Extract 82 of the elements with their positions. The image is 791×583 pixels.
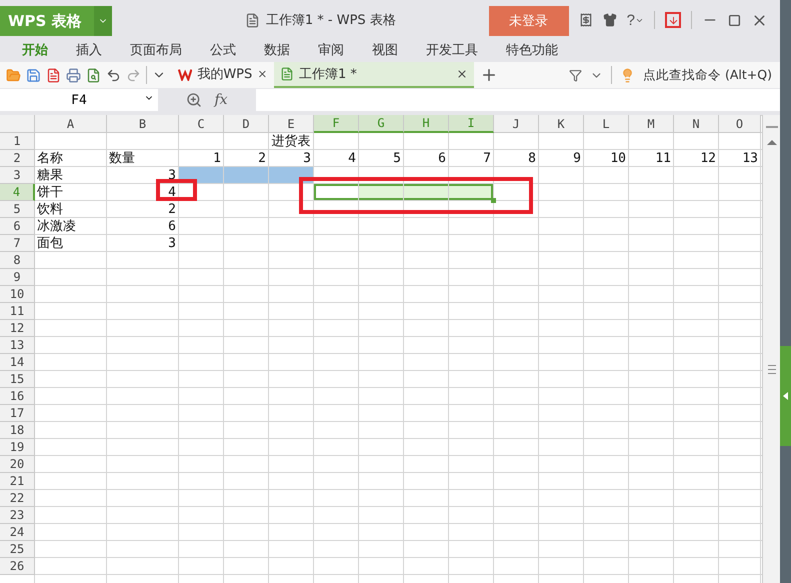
filter-icon[interactable] — [569, 68, 582, 82]
column-header[interactable]: A — [35, 115, 107, 133]
sheet-icon — [280, 67, 294, 81]
menu-tab[interactable]: 公式 — [210, 40, 236, 58]
column-header[interactable]: J — [494, 115, 539, 133]
window-title: 工作簿1 * - WPS 表格 — [266, 12, 396, 29]
receipt-icon[interactable] — [578, 13, 593, 27]
pdf-icon[interactable] — [46, 68, 61, 82]
row-header[interactable]: 17 — [0, 405, 35, 422]
column-header[interactable]: B — [107, 115, 179, 133]
row-header[interactable]: 16 — [0, 388, 35, 405]
table-cell[interactable] — [359, 184, 404, 201]
column-header[interactable]: D — [224, 115, 269, 133]
menu-tab[interactable]: 审阅 — [318, 40, 344, 58]
row-header[interactable]: 14 — [0, 354, 35, 371]
add-tab-icon[interactable] — [480, 66, 498, 84]
menu-tab[interactable]: 插入 — [76, 40, 102, 58]
menu-tab[interactable]: 特色功能 — [506, 40, 558, 58]
folder-icon[interactable] — [6, 68, 21, 82]
menu-tab[interactable]: 数据 — [264, 40, 290, 58]
row-header[interactable]: 7 — [0, 235, 35, 252]
row-header[interactable]: 12 — [0, 320, 35, 337]
table-cell[interactable] — [269, 167, 314, 184]
row-header[interactable]: 23 — [0, 507, 35, 524]
help-button[interactable]: ? — [626, 12, 644, 28]
zoom-icon[interactable] — [186, 92, 202, 108]
undo-icon[interactable] — [106, 68, 121, 82]
close-icon[interactable] — [456, 68, 468, 80]
row-header[interactable]: 1 — [0, 133, 35, 150]
fill-handle[interactable] — [491, 198, 496, 203]
column-header[interactable]: K — [539, 115, 584, 133]
table-cell[interactable] — [404, 184, 449, 201]
row-header[interactable]: 8 — [0, 252, 35, 269]
row-header[interactable]: 13 — [0, 337, 35, 354]
caret-icon — [94, 6, 112, 36]
row-header[interactable]: 2 — [0, 150, 35, 167]
row-header[interactable]: 15 — [0, 371, 35, 388]
column-header[interactable]: L — [584, 115, 629, 133]
row-header[interactable]: 18 — [0, 422, 35, 439]
document-tab[interactable]: 工作簿1 * — [274, 62, 474, 88]
row-header[interactable]: 25 — [0, 541, 35, 558]
table-cell[interactable] — [179, 167, 224, 184]
command-search-field[interactable]: 点此查找命令 (Alt+Q) — [643, 66, 772, 84]
row-header[interactable]: 22 — [0, 490, 35, 507]
table-cell[interactable] — [449, 184, 494, 201]
column-header[interactable]: C — [179, 115, 224, 133]
menu-tab[interactable]: 开发工具 — [426, 40, 478, 58]
redo-icon[interactable] — [126, 68, 141, 82]
vertical-scrollbar[interactable] — [762, 115, 780, 583]
row-header[interactable]: 10 — [0, 286, 35, 303]
row-header[interactable]: 21 — [0, 473, 35, 490]
column-header[interactable]: N — [674, 115, 719, 133]
column-header[interactable]: M — [629, 115, 674, 133]
download-icon[interactable] — [665, 12, 681, 28]
maximize-icon[interactable] — [728, 14, 741, 26]
table-cell[interactable] — [224, 167, 269, 184]
row-header[interactable]: 20 — [0, 456, 35, 473]
preview-icon[interactable] — [86, 68, 101, 82]
menu-tab[interactable]: 视图 — [372, 40, 398, 58]
save-icon[interactable] — [26, 68, 41, 82]
close-icon[interactable] — [257, 68, 268, 80]
row-header[interactable]: 3 — [0, 167, 35, 184]
shirt-icon[interactable] — [602, 13, 617, 27]
column-header[interactable]: O — [719, 115, 761, 133]
name-box[interactable]: F4 — [0, 89, 158, 111]
row-header[interactable]: 19 — [0, 439, 35, 456]
row-header[interactable]: 6 — [0, 218, 35, 235]
row-header[interactable]: 5 — [0, 201, 35, 218]
left-arrow-icon — [783, 392, 788, 400]
row-header[interactable]: 24 — [0, 524, 35, 541]
scroll-grip-icon[interactable] — [768, 365, 776, 374]
row-header[interactable]: 11 — [0, 303, 35, 320]
table-cell[interactable] — [314, 184, 359, 201]
document-icon — [244, 12, 260, 28]
menu-tab[interactable]: 页面布局 — [130, 40, 182, 58]
print-icon[interactable] — [66, 68, 81, 82]
row-header[interactable]: 26 — [0, 558, 35, 575]
formula-input[interactable] — [256, 89, 780, 111]
column-header[interactable]: E — [269, 115, 314, 133]
row-header[interactable]: 9 — [0, 269, 35, 286]
w-logo-icon — [178, 68, 192, 80]
fx-button[interactable]: fx — [214, 92, 228, 108]
